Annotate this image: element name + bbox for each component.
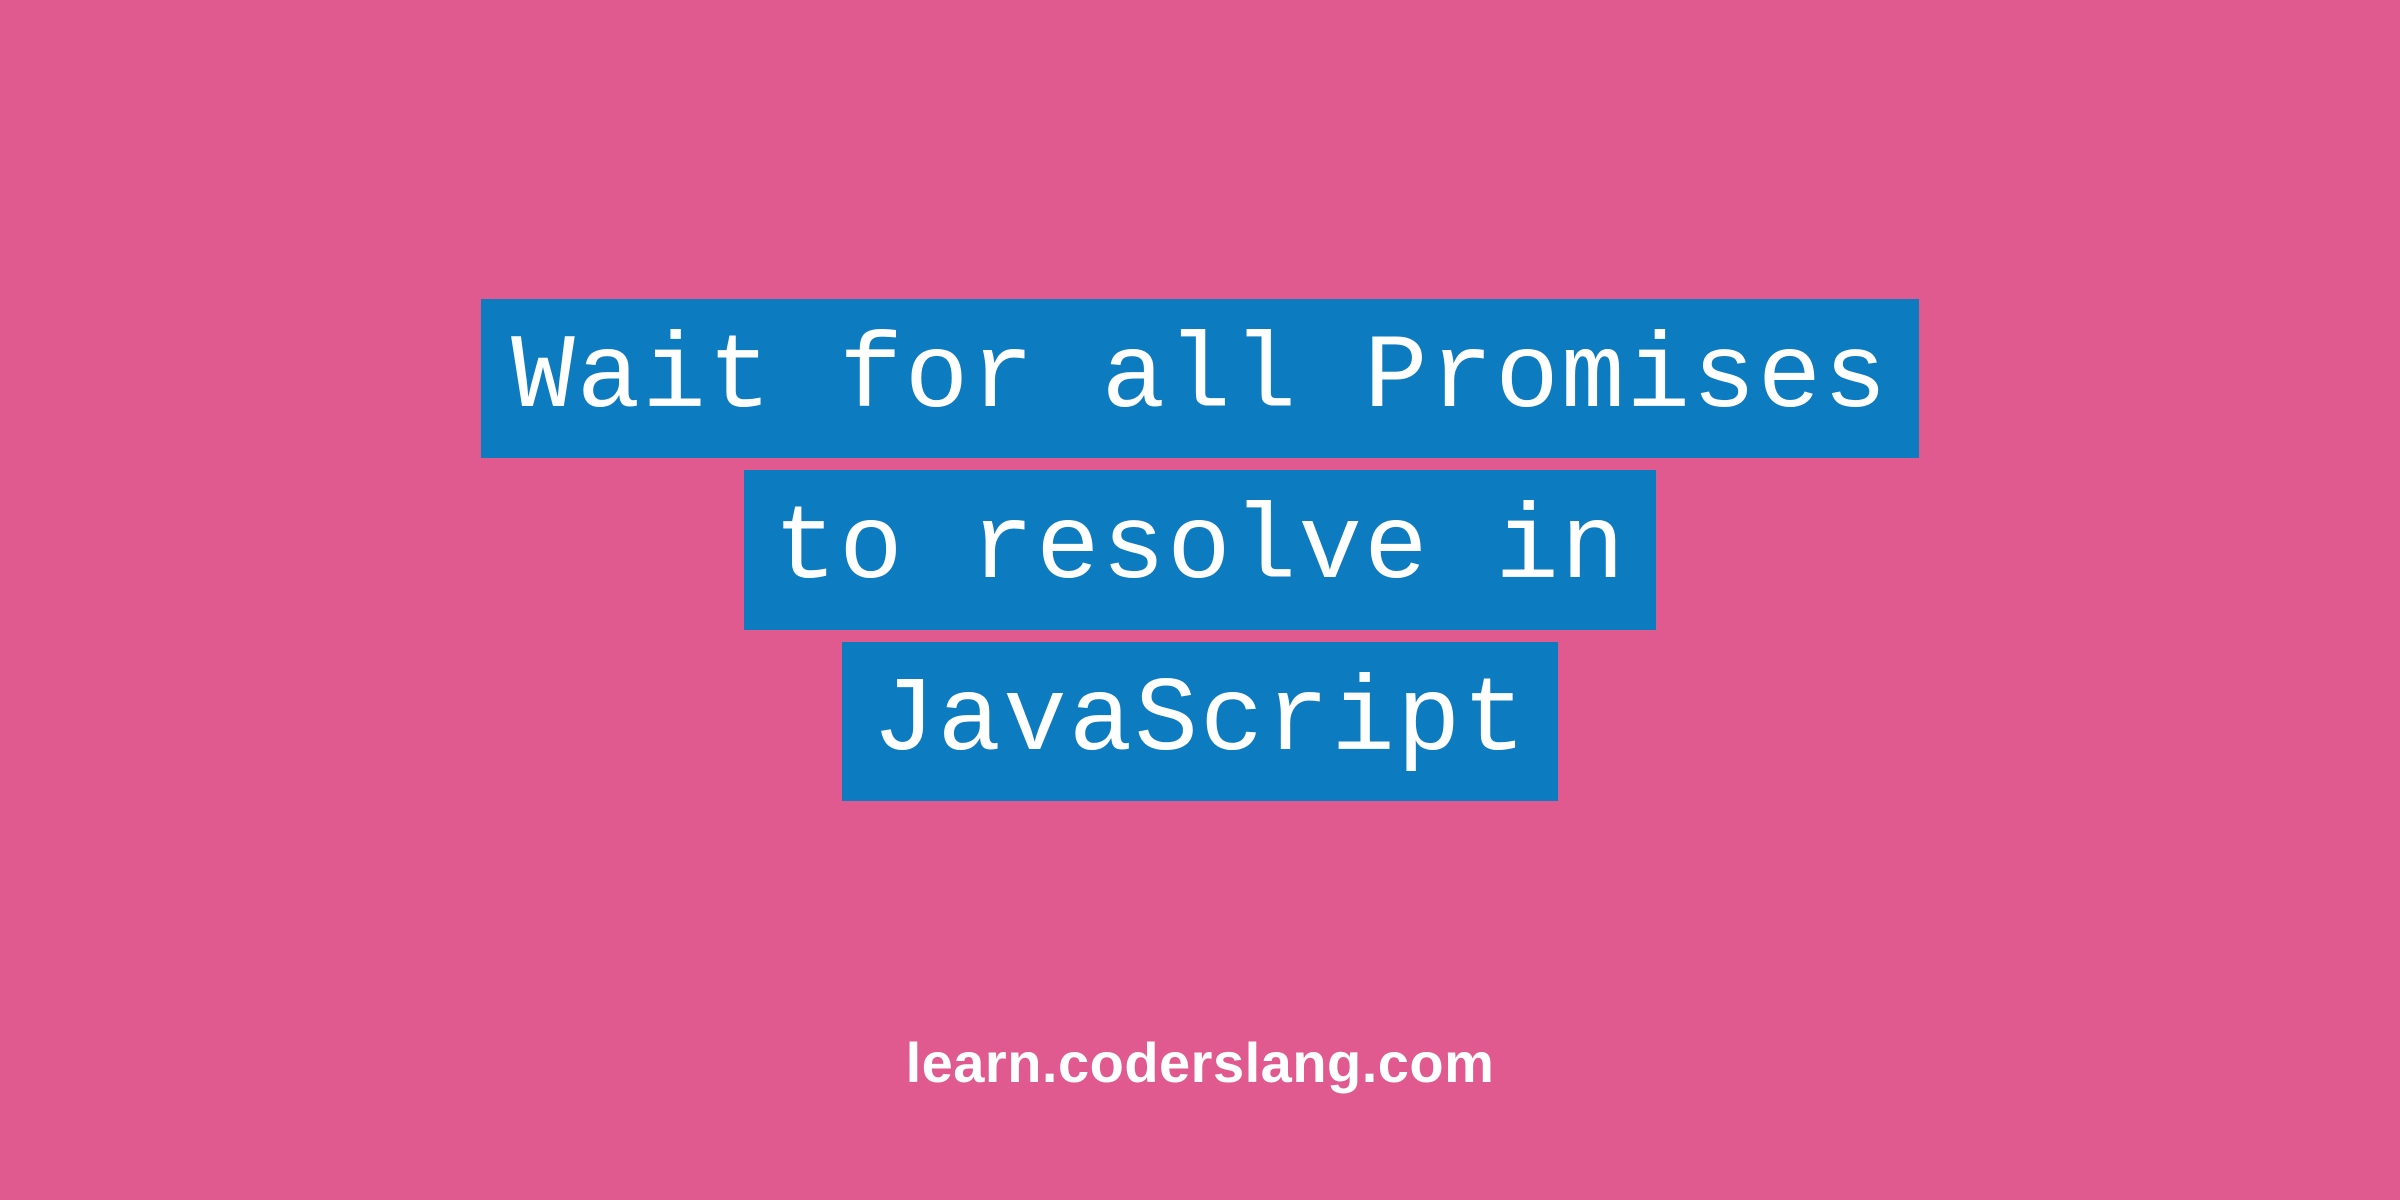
title-line-2: to resolve in — [744, 470, 1657, 629]
title-line-3: JavaScript — [842, 642, 1558, 801]
title-line-1: Wait for all Promises — [481, 299, 1919, 458]
footer-url: learn.coderslang.com — [906, 1030, 1495, 1095]
title-container: Wait for all Promises to resolve in Java… — [481, 299, 1919, 800]
